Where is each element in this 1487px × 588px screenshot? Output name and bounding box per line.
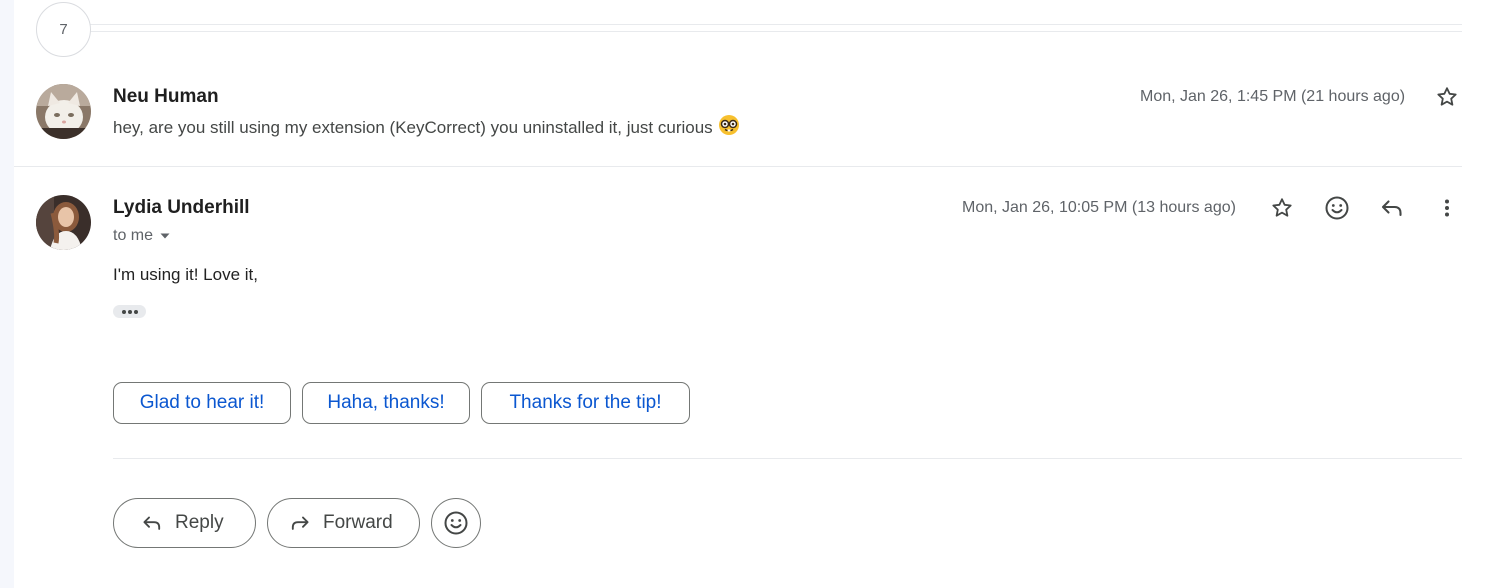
message-snippet[interactable]: hey, are you still using my extension (K…: [113, 114, 740, 141]
message-date: Mon, Jan 26, 10:05 PM (13 hours ago): [962, 199, 1236, 216]
emoji-react-icon: [444, 511, 468, 535]
snippet-text: hey, are you still using my extension (K…: [113, 117, 713, 137]
forward-icon: [291, 516, 309, 530]
smart-reply-button[interactable]: Haha, thanks!: [302, 382, 470, 424]
collapsed-messages-count[interactable]: 7: [36, 2, 91, 57]
ellipsis-dot: [127, 309, 132, 314]
avatar: [36, 195, 91, 250]
nerd-face-emoji: [718, 114, 740, 141]
dropdown-caret-icon: [160, 233, 170, 239]
cat-photo-avatar: [36, 84, 91, 139]
emoji-react-action-button[interactable]: [431, 498, 481, 548]
smart-reply-button[interactable]: Thanks for the tip!: [481, 382, 690, 424]
left-rail: [0, 0, 14, 588]
more-options-button[interactable]: [1431, 192, 1463, 224]
thread-divider-top: [90, 24, 1462, 25]
forward-action-button[interactable]: Forward: [267, 498, 420, 548]
person-photo-avatar: [36, 195, 91, 250]
forward-label: Forward: [323, 512, 393, 533]
reply-icon: [143, 516, 161, 530]
ellipsis-dot: [121, 309, 126, 314]
emoji-react-icon: [1325, 196, 1349, 220]
sender-name[interactable]: Lydia Underhill: [113, 197, 250, 219]
star-icon: [1272, 198, 1292, 217]
reply-button[interactable]: [1376, 192, 1408, 224]
thread-divider-top-2: [90, 31, 1462, 32]
message-body: I'm using it! Love it,: [113, 265, 258, 284]
ellipsis-dot: [133, 309, 138, 314]
star-button[interactable]: [1431, 81, 1463, 113]
more-vert-icon: [1445, 199, 1449, 217]
compose-divider: [113, 458, 1462, 459]
add-reaction-button[interactable]: [1321, 192, 1353, 224]
show-trimmed-content-button[interactable]: [113, 305, 146, 318]
message-divider: [14, 166, 1462, 167]
smart-reply-button[interactable]: Glad to hear it!: [113, 382, 291, 424]
message-date: Mon, Jan 26, 1:45 PM (21 hours ago): [1140, 88, 1406, 105]
star-button[interactable]: [1266, 192, 1298, 224]
reply-icon: [1381, 200, 1402, 217]
reply-label: Reply: [175, 512, 224, 533]
star-icon: [1437, 87, 1457, 106]
avatar: [36, 84, 91, 139]
reply-action-button[interactable]: Reply: [113, 498, 256, 548]
recipient-details-toggle[interactable]: to me: [113, 227, 171, 245]
recipient-label: to me: [113, 227, 154, 244]
sender-name[interactable]: Neu Human: [113, 86, 219, 108]
